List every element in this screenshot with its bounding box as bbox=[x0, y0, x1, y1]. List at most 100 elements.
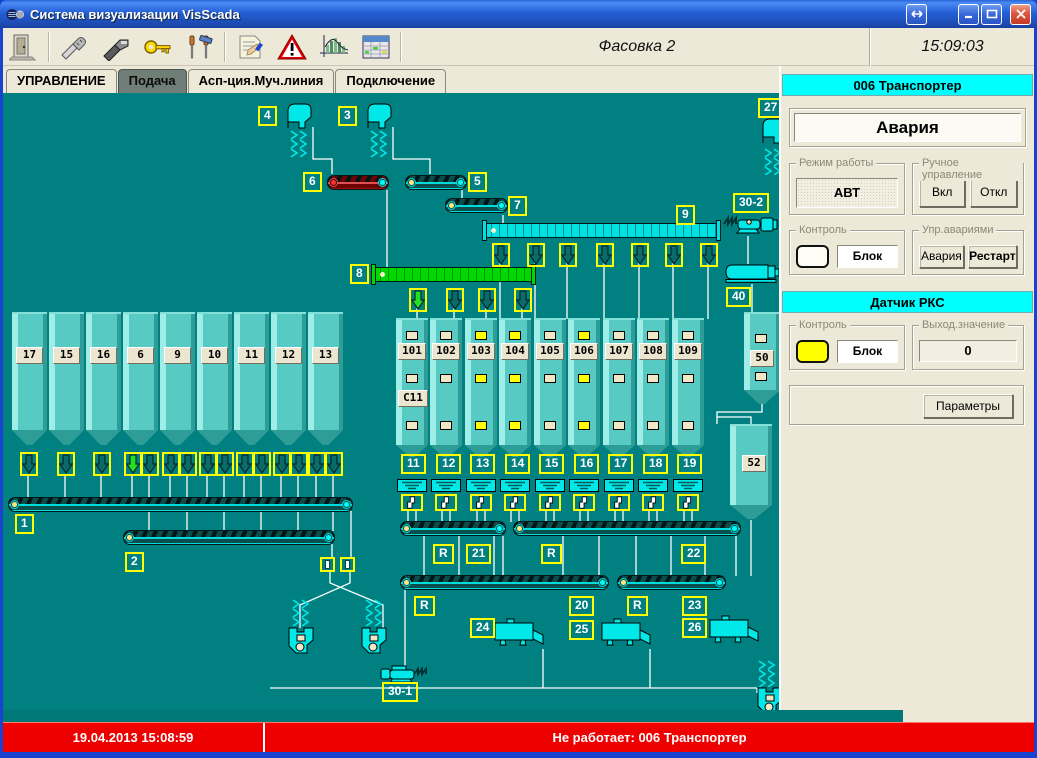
flow-arrow-valve[interactable] bbox=[446, 288, 464, 312]
flow-arrow-valve[interactable] bbox=[290, 452, 308, 476]
equipment-tag-18[interactable]: 18 bbox=[643, 454, 668, 474]
flow-arrow-valve[interactable] bbox=[665, 243, 683, 267]
silo[interactable] bbox=[197, 312, 232, 430]
equipment-tag-19[interactable]: 19 bbox=[677, 454, 702, 474]
serial-connector-icon[interactable] bbox=[53, 30, 95, 64]
silo[interactable] bbox=[86, 312, 121, 430]
usb-connector-icon[interactable] bbox=[95, 30, 137, 64]
flow-arrow-valve[interactable] bbox=[179, 452, 197, 476]
restart-button[interactable]: Рестарт bbox=[968, 245, 1017, 268]
equipment-tag-25[interactable]: 25 bbox=[569, 620, 594, 640]
rotary-valve[interactable] bbox=[573, 494, 595, 511]
event-journal-icon[interactable] bbox=[229, 30, 271, 64]
equipment-tag-30-1[interactable]: 30-1 bbox=[382, 682, 418, 702]
equipment-tag-4[interactable]: 4 bbox=[258, 106, 277, 126]
conveyor-belt[interactable] bbox=[327, 175, 389, 190]
equipment-tag-R[interactable]: R bbox=[414, 596, 435, 616]
screw-conveyor[interactable] bbox=[483, 223, 720, 238]
flow-arrow-valve[interactable] bbox=[253, 452, 271, 476]
silo[interactable] bbox=[123, 312, 158, 430]
access-key-icon[interactable] bbox=[137, 30, 179, 64]
flow-arrow-valve[interactable] bbox=[57, 452, 75, 476]
flow-arrow-valve[interactable] bbox=[409, 288, 427, 312]
equipment-tag-R[interactable]: R bbox=[433, 544, 454, 564]
flow-arrow-valve[interactable] bbox=[141, 452, 159, 476]
flow-arrow-valve[interactable] bbox=[199, 452, 217, 476]
rotary-valve[interactable] bbox=[470, 494, 492, 511]
flow-arrow-valve[interactable] bbox=[478, 288, 496, 312]
equipment-tag-6[interactable]: 6 bbox=[303, 172, 322, 192]
flow-arrow-valve[interactable] bbox=[162, 452, 180, 476]
trend-chart-icon[interactable] bbox=[313, 30, 355, 64]
maximize-button[interactable] bbox=[981, 4, 1002, 25]
exit-door-icon[interactable] bbox=[3, 30, 45, 64]
flow-arrow-valve[interactable] bbox=[124, 452, 142, 476]
conveyor-belt[interactable] bbox=[617, 575, 726, 590]
rotary-valve[interactable] bbox=[504, 494, 526, 511]
silo[interactable] bbox=[49, 312, 84, 430]
silo[interactable] bbox=[271, 312, 306, 430]
alarm-warning-icon[interactable] bbox=[271, 30, 313, 64]
equipment-tag-14[interactable]: 14 bbox=[505, 454, 530, 474]
gate-valve[interactable] bbox=[340, 557, 355, 572]
silo[interactable] bbox=[308, 312, 343, 430]
equipment-tag-26[interactable]: 26 bbox=[682, 618, 707, 638]
silo[interactable] bbox=[160, 312, 195, 430]
flow-arrow-valve[interactable] bbox=[273, 452, 291, 476]
conveyor-belt[interactable] bbox=[513, 521, 741, 536]
equipment-tag-9[interactable]: 9 bbox=[676, 205, 695, 225]
manual-off-button[interactable]: Откл bbox=[970, 178, 1017, 207]
rotary-valve[interactable] bbox=[677, 494, 699, 511]
equipment-tag-R[interactable]: R bbox=[627, 596, 648, 616]
cyclone-airlock[interactable] bbox=[756, 687, 779, 710]
equipment-tag-13[interactable]: 13 bbox=[470, 454, 495, 474]
sensor-block-field[interactable]: Блок bbox=[837, 340, 898, 363]
equipment-tag-1[interactable]: 1 bbox=[15, 514, 34, 534]
conveyor-belt[interactable] bbox=[400, 521, 506, 536]
equipment-tag-5[interactable]: 5 bbox=[468, 172, 487, 192]
silo[interactable] bbox=[234, 312, 269, 430]
screw-conveyor[interactable] bbox=[372, 267, 535, 282]
flow-arrow-valve[interactable] bbox=[325, 452, 343, 476]
flow-arrow-valve[interactable] bbox=[514, 288, 532, 312]
conveyor-belt[interactable] bbox=[445, 198, 508, 213]
flow-arrow-valve[interactable] bbox=[559, 243, 577, 267]
equipment-tag-11[interactable]: 11 bbox=[401, 454, 426, 474]
flow-arrow-valve[interactable] bbox=[492, 243, 510, 267]
params-button[interactable]: Параметры bbox=[923, 394, 1013, 418]
equipment-tag-22[interactable]: 22 bbox=[681, 544, 706, 564]
tab-podklyuchenie[interactable]: Подключение bbox=[335, 69, 446, 93]
packing-machine[interactable] bbox=[600, 618, 652, 653]
filter-hopper[interactable] bbox=[760, 117, 779, 149]
manual-on-button[interactable]: Вкл bbox=[919, 178, 966, 207]
minimize-button[interactable] bbox=[958, 4, 979, 25]
flow-arrow-valve[interactable] bbox=[236, 452, 254, 476]
equipment-tag-2[interactable]: 2 bbox=[125, 552, 144, 572]
conveyor-belt[interactable] bbox=[405, 175, 467, 190]
equipment-tag-24[interactable]: 24 bbox=[470, 618, 495, 638]
equipment-tag-21[interactable]: 21 bbox=[466, 544, 491, 564]
flow-arrow-valve[interactable] bbox=[20, 452, 38, 476]
rotary-valve[interactable] bbox=[539, 494, 561, 511]
flow-arrow-valve[interactable] bbox=[700, 243, 718, 267]
cyclone-airlock[interactable] bbox=[287, 627, 315, 659]
tab-aspiration[interactable]: Асп-ция.Муч.линия bbox=[188, 69, 335, 93]
equipment-tag-7[interactable]: 7 bbox=[508, 196, 527, 216]
flow-arrow-valve[interactable] bbox=[93, 452, 111, 476]
tab-upravlenie[interactable]: УПРАВЛЕНИЕ bbox=[6, 69, 117, 93]
cyclone-airlock[interactable] bbox=[360, 627, 388, 659]
tab-podacha[interactable]: Подача bbox=[118, 69, 187, 93]
rotary-valve[interactable] bbox=[435, 494, 457, 511]
packing-machine[interactable] bbox=[493, 618, 545, 653]
flow-arrow-valve[interactable] bbox=[527, 243, 545, 267]
transporter-block-field[interactable]: Блок bbox=[837, 245, 898, 268]
equipment-tag-3[interactable]: 3 bbox=[338, 106, 357, 126]
equipment-tag-15[interactable]: 15 bbox=[539, 454, 564, 474]
equipment-tag-30-2[interactable]: 30-2 bbox=[733, 193, 769, 213]
silo[interactable] bbox=[12, 312, 47, 430]
equipment-tag-16[interactable]: 16 bbox=[574, 454, 599, 474]
flow-arrow-valve[interactable] bbox=[596, 243, 614, 267]
screw-feeder-30-2[interactable] bbox=[722, 214, 778, 241]
equipment-tag-23[interactable]: 23 bbox=[682, 596, 707, 616]
rotary-valve[interactable] bbox=[608, 494, 630, 511]
